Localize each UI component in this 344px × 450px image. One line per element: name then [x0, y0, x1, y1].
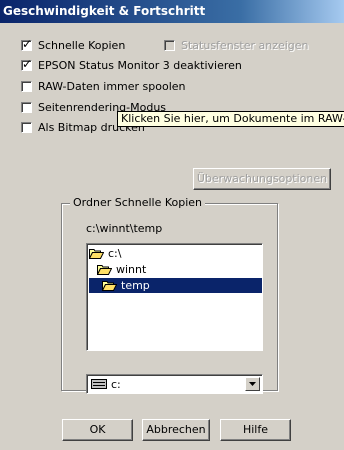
current-path: c:\winnt\temp: [86, 222, 163, 235]
checkbox-box: [164, 39, 175, 51]
statusfenster-checkbox: Statusfenster anzeigen: [164, 37, 309, 53]
tree-label-winnt: winnt: [116, 263, 147, 276]
status-monitor-label: EPSON Status Monitor 3 deaktivieren: [38, 58, 242, 72]
tree-label-root: c:\: [108, 247, 122, 260]
list-item[interactable]: c:\: [89, 246, 121, 261]
drive-value: c:: [111, 378, 121, 391]
folder-tree-list[interactable]: c:\ winnt temp: [86, 243, 263, 351]
drive-icon: [91, 379, 107, 389]
help-button[interactable]: Hilfe: [220, 419, 291, 441]
list-item[interactable]: winnt: [97, 262, 146, 277]
folder-group-legend: Ordner Schnelle Kopien: [70, 196, 206, 209]
open-folder-icon: [89, 249, 104, 259]
help-label: Hilfe: [242, 423, 269, 436]
checkbox-box[interactable]: [21, 80, 32, 92]
open-folder-icon: [102, 281, 117, 291]
cancel-label: Abbrechen: [146, 423, 206, 436]
dropdown-arrow-button[interactable]: [245, 377, 260, 391]
drive-select[interactable]: c:: [86, 374, 263, 394]
monitoring-options-label: Überwachungsoptionen: [196, 172, 328, 185]
schnelle-kopien-label: Schnelle Kopien: [38, 38, 126, 52]
statusfenster-label: Statusfenster anzeigen: [181, 38, 309, 52]
schnelle-kopien-checkbox[interactable]: ✓ Schnelle Kopien: [21, 37, 125, 53]
list-item-selected[interactable]: temp: [89, 278, 262, 293]
checkmark-icon: ✓: [22, 36, 33, 51]
status-monitor-checkbox[interactable]: ✓ EPSON Status Monitor 3 deaktivieren: [21, 57, 242, 73]
chevron-down-icon: [249, 382, 256, 386]
tree-label-temp: temp: [121, 279, 150, 292]
raw-spoolen-checkbox[interactable]: RAW-Daten immer spoolen: [21, 78, 186, 94]
checkmark-icon: ✓: [22, 56, 33, 71]
checkbox-box[interactable]: ✓: [21, 56, 33, 71]
dialog-title: Geschwindigkeit & Fortschritt: [0, 0, 344, 23]
checkbox-box[interactable]: [21, 121, 32, 133]
checkbox-box[interactable]: ✓: [21, 36, 33, 51]
cancel-button[interactable]: Abbrechen: [142, 419, 210, 441]
open-folder-icon: [97, 265, 112, 275]
raw-spoolen-label: RAW-Daten immer spoolen: [38, 79, 186, 93]
monitoring-options-button: Überwachungsoptionen: [193, 168, 331, 190]
checkbox-box[interactable]: [21, 101, 32, 113]
ok-label: OK: [89, 423, 106, 436]
raw-tooltip: Klicken Sie hier, um Dokumente im RAW- s…: [117, 111, 344, 127]
ok-button[interactable]: OK: [62, 419, 133, 441]
